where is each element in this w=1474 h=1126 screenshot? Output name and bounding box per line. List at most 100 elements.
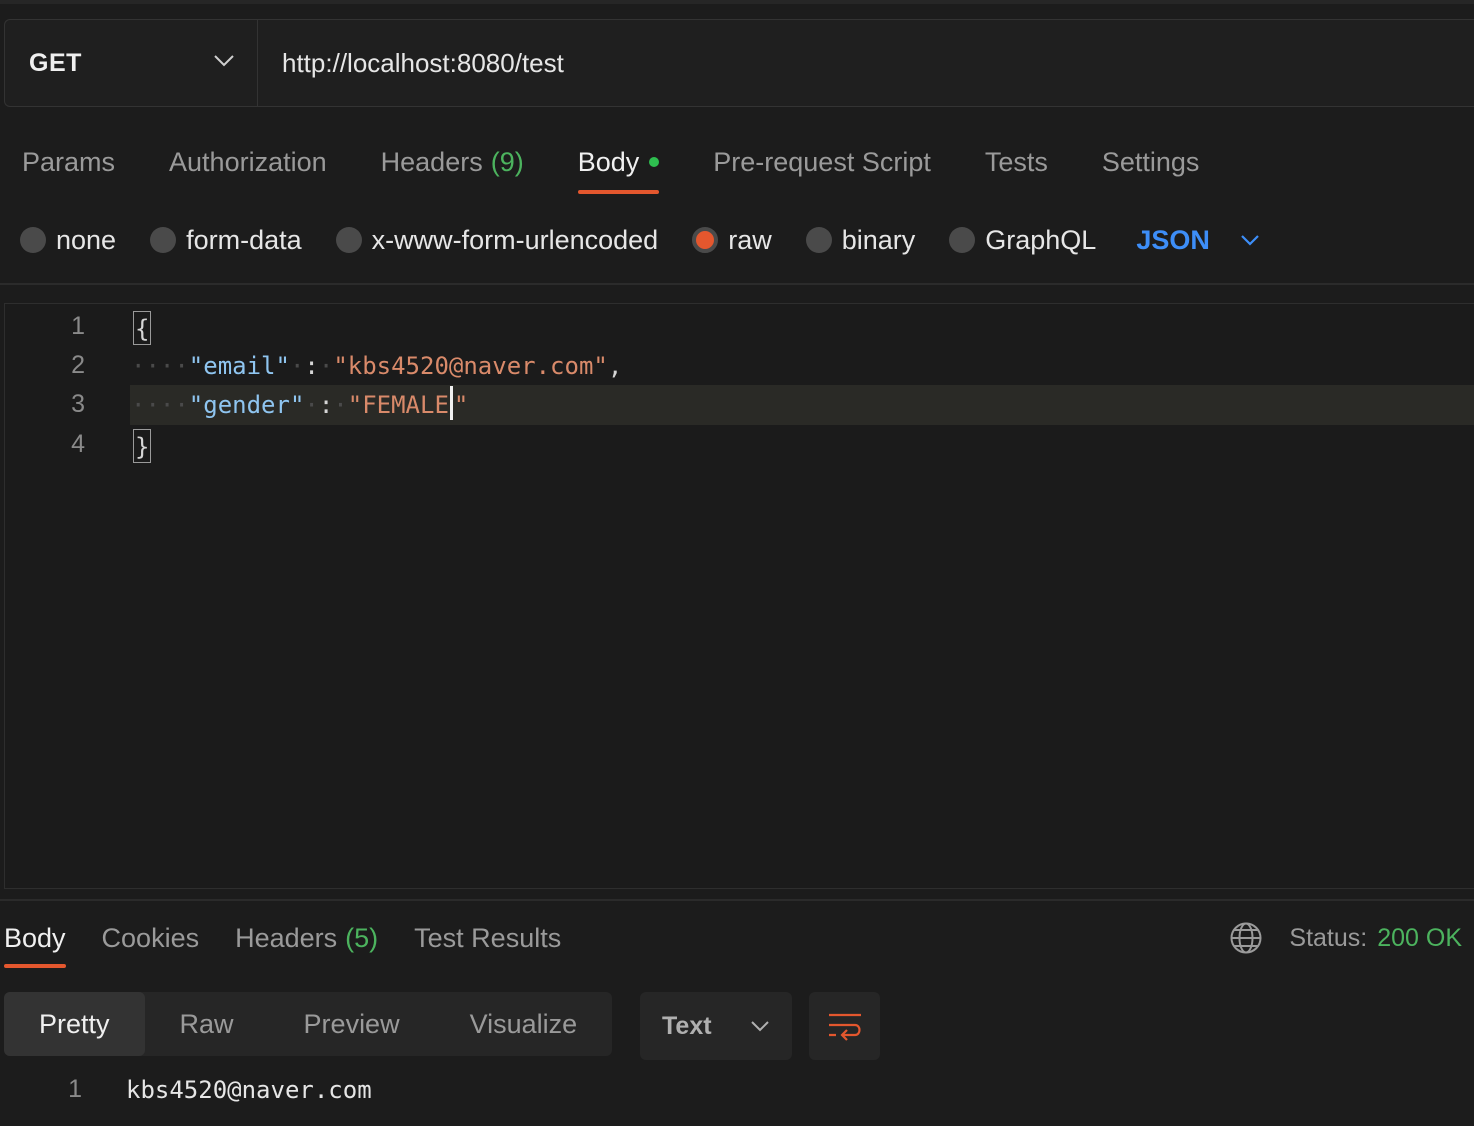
body-type-form-data[interactable]: form-data [150, 225, 302, 256]
view-visualize-button[interactable]: Visualize [435, 992, 613, 1056]
modified-dot-icon [649, 157, 660, 167]
tab-label: Headers [380, 146, 483, 177]
line-number: 2 [71, 351, 85, 379]
code-line: 4 } [5, 425, 1474, 465]
body-type-label: x-www-form-urlencoded [371, 224, 659, 255]
tab-authorization[interactable]: Authorization [169, 130, 327, 194]
whitespace: · [333, 391, 348, 419]
wrap-lines-icon [827, 1011, 863, 1041]
code-line: 3 ····"gender"·:·"FEMALE " [5, 385, 1474, 425]
json-value: "FEMALE [347, 391, 449, 419]
globe-icon[interactable] [1229, 921, 1263, 955]
response-body-text: kbs4520@naver.com [126, 1076, 372, 1104]
response-tab-cookies[interactable]: Cookies [102, 908, 200, 968]
whitespace: · [289, 352, 305, 380]
response-tab-body[interactable]: Body [4, 908, 66, 968]
radio-icon[interactable] [150, 227, 177, 253]
body-type-label: binary [841, 224, 916, 255]
view-preview-button[interactable]: Preview [269, 992, 435, 1056]
response-view-modes: Pretty Raw Preview Visualize [4, 992, 613, 1056]
view-raw-button[interactable]: Raw [145, 992, 269, 1056]
top-strip [0, 0, 1474, 4]
tab-label: Settings [1101, 146, 1200, 177]
tab-settings[interactable]: Settings [1102, 130, 1200, 194]
line-content: ····"gender"·:·"FEMALE " [131, 386, 469, 420]
chevron-down-icon [750, 1020, 770, 1032]
body-type-label: none [56, 224, 117, 255]
json-value-end: " [453, 391, 469, 419]
line-number: 3 [71, 390, 85, 418]
colon: : [304, 352, 319, 380]
response-divider [0, 899, 1474, 901]
tab-label: Params [22, 146, 116, 177]
json-key: "gender" [188, 391, 305, 419]
response-format-select[interactable]: Text [640, 992, 792, 1060]
open-brace: { [133, 311, 152, 345]
tab-label: Tests [984, 146, 1048, 177]
tab-tests[interactable]: Tests [985, 130, 1048, 194]
tab-body[interactable]: Body [577, 130, 660, 194]
tab-label: Headers [235, 922, 338, 953]
line-content: { [131, 311, 152, 345]
body-type-none[interactable]: none [20, 225, 116, 256]
whitespace: · [304, 391, 319, 419]
tab-label: Body [577, 146, 640, 177]
tab-pre-request-script[interactable]: Pre-request Script [713, 130, 931, 194]
radio-icon[interactable] [20, 227, 46, 253]
tab-label: Body [4, 922, 66, 953]
format-select-label: Text [662, 1011, 712, 1040]
tab-params[interactable]: Params [22, 130, 115, 194]
headers-count: (9) [490, 146, 524, 177]
method-label: GET [29, 48, 82, 77]
line-content: ····"email"·:·"kbs4520@naver.com", [131, 352, 622, 380]
headers-count: (5) [345, 922, 379, 953]
url-input[interactable]: http://localhost:8080/test [258, 20, 564, 106]
body-type-graphql[interactable]: GraphQL [949, 225, 1096, 256]
text-cursor [449, 386, 453, 420]
tab-headers[interactable]: Headers (9) [381, 130, 524, 194]
line-number: 1 [71, 312, 85, 340]
chevron-down-icon [213, 54, 235, 73]
body-type-selector: none form-data x-www-form-urlencoded raw… [20, 215, 1260, 265]
response-status: Status: 200 OK [1229, 912, 1462, 964]
comma: , [607, 352, 623, 380]
radio-icon[interactable] [805, 227, 832, 253]
colon: : [318, 391, 334, 419]
line-number: 4 [71, 430, 85, 458]
body-type-urlencoded[interactable]: x-www-form-urlencoded [335, 224, 659, 256]
radio-icon[interactable] [949, 227, 976, 253]
response-tabs: Body Cookies Headers (5) Test Results [4, 908, 597, 972]
wrap-lines-button[interactable] [809, 992, 880, 1060]
divider [0, 283, 1474, 285]
radio-icon[interactable] [335, 227, 362, 253]
code-line: 2 ····"email"·:·"kbs4520@naver.com", [5, 346, 1474, 386]
request-url-bar: GET http://localhost:8080/test [4, 19, 1474, 107]
body-type-label: raw [728, 224, 772, 255]
body-type-raw[interactable]: raw [692, 225, 772, 256]
format-label: JSON [1136, 224, 1210, 255]
json-value: "kbs4520@naver.com" [333, 352, 608, 380]
indent-whitespace: ···· [131, 391, 189, 419]
request-tabs: Params Authorization Headers (9) Body Pre… [22, 130, 1253, 196]
body-type-binary[interactable]: binary [805, 224, 916, 256]
request-body-editor[interactable]: 1 { 2 ····"email"·:·"kbs4520@naver.com",… [4, 303, 1474, 889]
response-body: 1 kbs4520@naver.com [0, 1070, 1474, 1110]
code-line: 1 { [5, 307, 1474, 347]
tab-label: Test Results [414, 922, 562, 953]
response-tab-test-results[interactable]: Test Results [414, 908, 561, 968]
body-type-label: GraphQL [985, 224, 1097, 255]
view-pretty-button[interactable]: Pretty [4, 992, 145, 1056]
json-key: "email" [188, 352, 290, 380]
status-value: 200 OK [1377, 923, 1462, 952]
tab-label: Authorization [169, 146, 327, 177]
line-content: } [131, 429, 152, 463]
response-tab-headers[interactable]: Headers (5) [235, 908, 378, 968]
chevron-down-icon [1240, 234, 1260, 246]
format-select[interactable]: JSON [1136, 225, 1260, 256]
close-brace: } [133, 429, 152, 463]
whitespace: · [318, 352, 334, 380]
radio-checked-icon[interactable] [692, 227, 719, 253]
method-select[interactable]: GET [5, 20, 258, 106]
tab-label: Cookies [101, 922, 200, 953]
status-label: Status: [1289, 923, 1368, 952]
